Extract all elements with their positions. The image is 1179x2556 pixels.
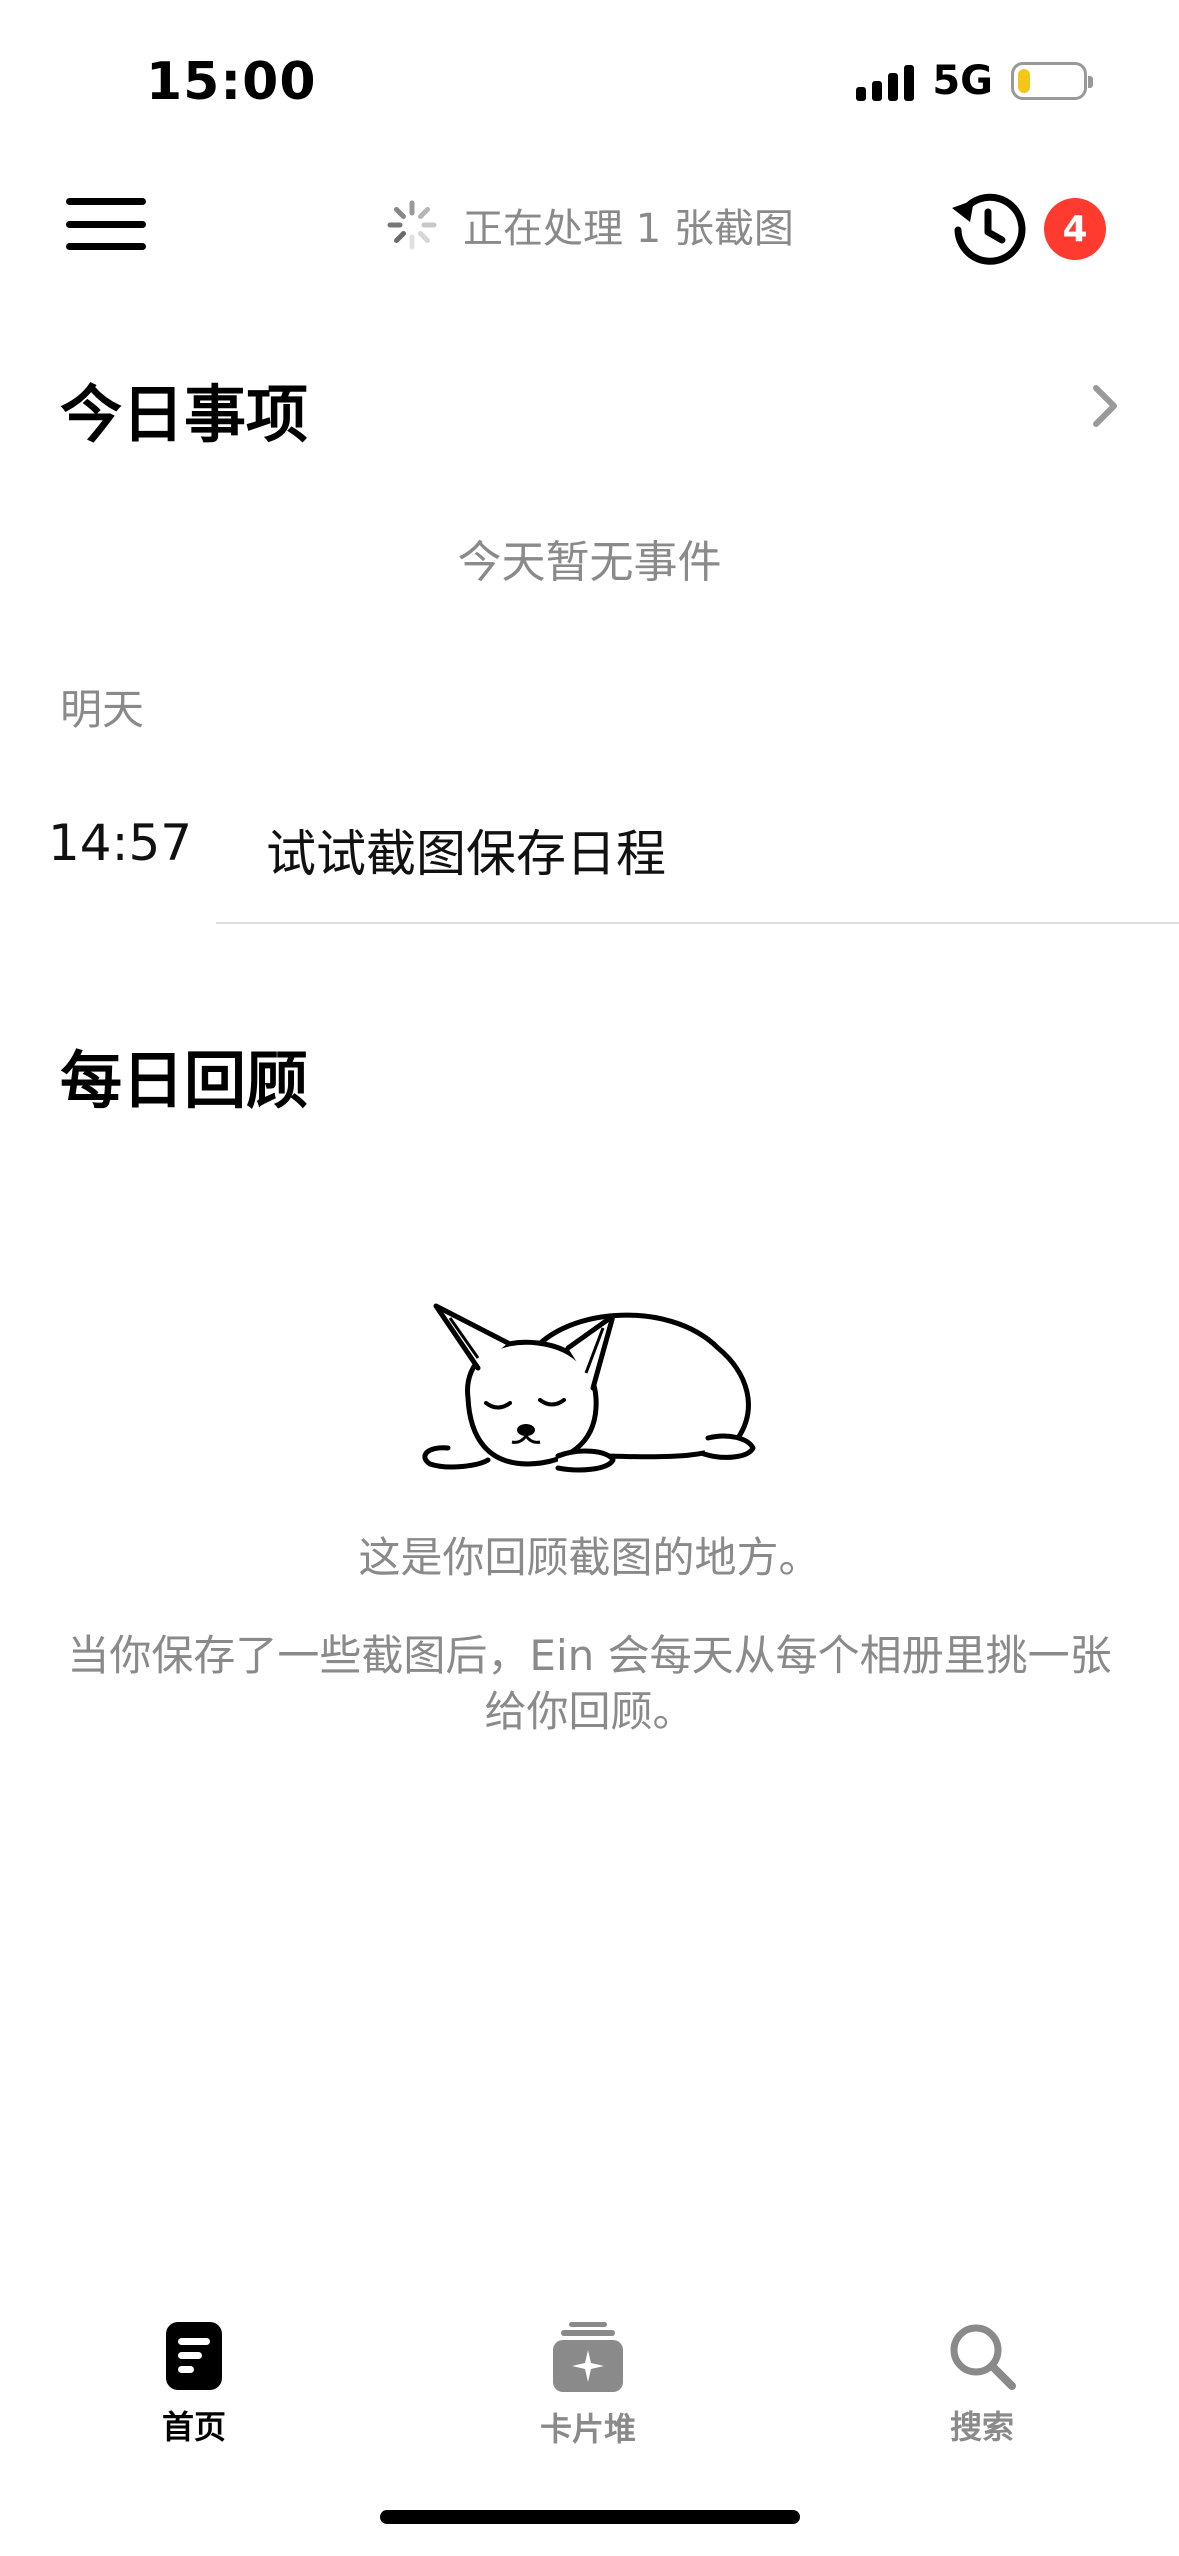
history-icon[interactable] <box>944 186 1032 274</box>
cellular-signal-icon <box>856 61 915 101</box>
tab-search-label: 搜索 <box>949 2408 1014 2446</box>
tab-cards-label: 卡片堆 <box>539 2410 636 2448</box>
sleeping-dog-icon <box>422 1303 756 1473</box>
spinner-icon <box>387 200 437 250</box>
review-section-title: 每日回顾 <box>60 1044 309 1117</box>
status-time: 15:00 <box>146 52 317 112</box>
today-section-title: 今日事项 <box>60 378 309 451</box>
event-title[interactable]: 试试截图保存日程 <box>266 814 666 886</box>
event-time[interactable]: 14:57 <box>48 814 192 872</box>
processing-text: 正在处理 1 张截图 <box>463 206 794 252</box>
status-indicators: 5G <box>856 58 1093 104</box>
network-type: 5G <box>932 58 993 104</box>
no-events-text: 今天暂无事件 <box>457 537 722 588</box>
history-badge: 4 <box>1044 198 1106 260</box>
tab-home[interactable]: 首页 <box>94 2320 294 2448</box>
home-indicator[interactable] <box>380 2510 800 2524</box>
battery-fill <box>1018 69 1030 93</box>
battery-cap <box>1088 76 1093 88</box>
review-intro-text: 这是你回顾截图的地方。 <box>358 1533 821 1582</box>
card-stack-icon <box>553 2322 623 2392</box>
tomorrow-label: 明天 <box>60 685 145 734</box>
search-icon <box>950 2324 1016 2390</box>
review-description-text: 当你保存了一些截图后，Ein 会每天从每个相册里挑一张给你回顾。 <box>67 1631 1112 1736</box>
tab-cards[interactable]: 卡片堆 <box>488 2320 688 2450</box>
tab-search[interactable]: 搜索 <box>882 2320 1082 2448</box>
battery-icon <box>1011 62 1093 100</box>
event-divider <box>216 922 1179 924</box>
home-doc-icon <box>166 2322 222 2390</box>
tab-home-label: 首页 <box>161 2408 226 2446</box>
chevron-right-icon[interactable] <box>1086 378 1126 434</box>
